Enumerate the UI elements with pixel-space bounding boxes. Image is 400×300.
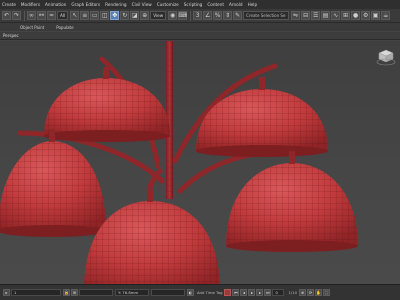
toolbar-divider: [24, 10, 25, 21]
pivot-point-icon[interactable]: ◉: [168, 11, 178, 20]
snaps-toggle-icon[interactable]: 3: [193, 11, 203, 20]
tab-populate[interactable]: Populate: [56, 25, 73, 30]
render-production-icon[interactable]: ☕: [381, 11, 391, 20]
menu-item-arnold[interactable]: Arnold: [229, 0, 243, 9]
menu-item-graph-editors[interactable]: Graph Editors: [71, 0, 100, 9]
layer-explorer-icon[interactable]: ☰: [311, 11, 321, 20]
menu-item-modifiers[interactable]: Modifiers: [21, 0, 40, 9]
viewcube-icon[interactable]: [376, 47, 396, 67]
viewport-scene: [0, 41, 358, 284]
unlink-icon[interactable]: ⚯: [37, 11, 46, 20]
go-to-end-icon[interactable]: ⏭: [264, 289, 272, 296]
named-selection-input[interactable]: Create Selection Se: [243, 11, 290, 20]
dome-bottom-center: [84, 189, 220, 284]
viewport-label[interactable]: Perspec: [0, 32, 400, 40]
bind-space-warp-icon[interactable]: ≈: [47, 11, 56, 20]
selection-info: 1: [11, 289, 61, 296]
pan-icon[interactable]: ✋: [315, 289, 323, 296]
dome-right: [226, 151, 358, 252]
rectangular-region-icon[interactable]: ▭: [90, 11, 100, 20]
y-coordinate-field[interactable]: Y: 76.8mm: [115, 289, 149, 296]
render-setup-icon[interactable]: ⚙: [361, 11, 371, 20]
redo-icon[interactable]: ↷: [12, 11, 21, 20]
undo-icon[interactable]: ↶: [2, 11, 11, 20]
prev-frame-icon[interactable]: ◂: [240, 289, 248, 296]
perspective-viewport[interactable]: [0, 41, 400, 284]
reference-coord-dropdown[interactable]: View: [150, 11, 167, 20]
mirror-icon[interactable]: ⇋: [291, 11, 301, 20]
dome-top-left: [44, 67, 170, 142]
orbit-icon[interactable]: ⟳: [307, 289, 315, 296]
auto-key-button[interactable]: [224, 289, 232, 296]
placement-icon[interactable]: ⊕: [140, 11, 150, 20]
select-object-icon[interactable]: ↖: [70, 11, 80, 20]
dome-top-right: [196, 77, 328, 157]
toolbar-divider: [190, 10, 192, 21]
add-time-tag-label[interactable]: Add Time Tag: [197, 290, 222, 295]
next-frame-icon[interactable]: ▸: [256, 289, 264, 296]
menu-item-animation[interactable]: Animation: [45, 0, 66, 9]
menu-item-create[interactable]: Create: [2, 0, 16, 9]
material-editor-icon[interactable]: ●: [351, 11, 361, 20]
go-to-start-icon[interactable]: ⏮: [232, 289, 240, 296]
lock-selection-icon[interactable]: 🔒: [63, 289, 70, 296]
menu-bar: Create Modifiers Animation Graph Editors…: [0, 0, 400, 9]
x-coordinate-field[interactable]: [79, 289, 113, 296]
menu-item-customize[interactable]: Customize: [157, 0, 179, 9]
z-coordinate-field[interactable]: [151, 289, 185, 296]
current-frame-field[interactable]: 0: [272, 289, 285, 296]
spinner-snap-icon[interactable]: ⇕: [223, 11, 233, 20]
keyboard-shortcut-override-icon[interactable]: ⌨: [178, 11, 188, 20]
menu-item-civil-view[interactable]: Civil View: [132, 0, 152, 9]
select-scale-icon[interactable]: ◪: [130, 11, 140, 20]
edit-named-selection-icon[interactable]: ✎: [233, 11, 243, 20]
menu-item-rendering[interactable]: Rendering: [105, 0, 126, 9]
menu-item-help[interactable]: Help: [248, 0, 258, 9]
select-move-icon[interactable]: ✥: [110, 11, 120, 20]
menu-item-scripting[interactable]: Scripting: [184, 0, 203, 9]
align-icon[interactable]: ⊟: [301, 11, 311, 20]
isolate-selection-icon[interactable]: ◐: [187, 289, 194, 296]
menu-item-content[interactable]: Content: [207, 0, 224, 9]
play-icon[interactable]: ▸: [248, 289, 256, 296]
transform-mode-icon[interactable]: ⊞: [71, 289, 78, 296]
extra-readout: 1/10: [288, 290, 298, 295]
curve-editor-icon[interactable]: ∿: [331, 11, 341, 20]
main-toolbar: ↶ ↷ ∞ ⚯ ≈ All ↖ ≡ ▭ ◫ ✥ ↻ ◪ ⊕ View ◉ ⌨ 3…: [0, 9, 400, 23]
status-bar: ▸ 1 🔒 ⊞ Y: 76.8mm ◐ Add Time Tag ⏮ ◂ ▸ ▸…: [0, 284, 400, 300]
percent-snap-icon[interactable]: %: [213, 11, 223, 20]
link-icon[interactable]: ∞: [27, 11, 36, 20]
ribbon-bar: Object Paint Populate: [0, 23, 400, 31]
select-by-name-icon[interactable]: ≡: [80, 11, 90, 20]
maximize-viewport-icon[interactable]: ⛶: [323, 289, 331, 296]
schematic-view-icon[interactable]: ⊞: [341, 11, 351, 20]
selection-filter-dropdown[interactable]: All: [57, 11, 69, 20]
rendered-frame-window-icon[interactable]: ▣: [371, 11, 381, 20]
zoom-icon[interactable]: ⊕: [299, 289, 307, 296]
select-rotate-icon[interactable]: ↻: [120, 11, 130, 20]
toggle-ribbon-icon[interactable]: ▤: [321, 11, 331, 20]
max-window: Create Modifiers Animation Graph Editors…: [0, 0, 400, 300]
tab-object-paint[interactable]: Object Paint: [20, 25, 44, 30]
angle-snap-icon[interactable]: ∠: [203, 11, 213, 20]
window-crossing-icon[interactable]: ◫: [100, 11, 110, 20]
script-listener-icon[interactable]: ▸: [3, 289, 10, 296]
